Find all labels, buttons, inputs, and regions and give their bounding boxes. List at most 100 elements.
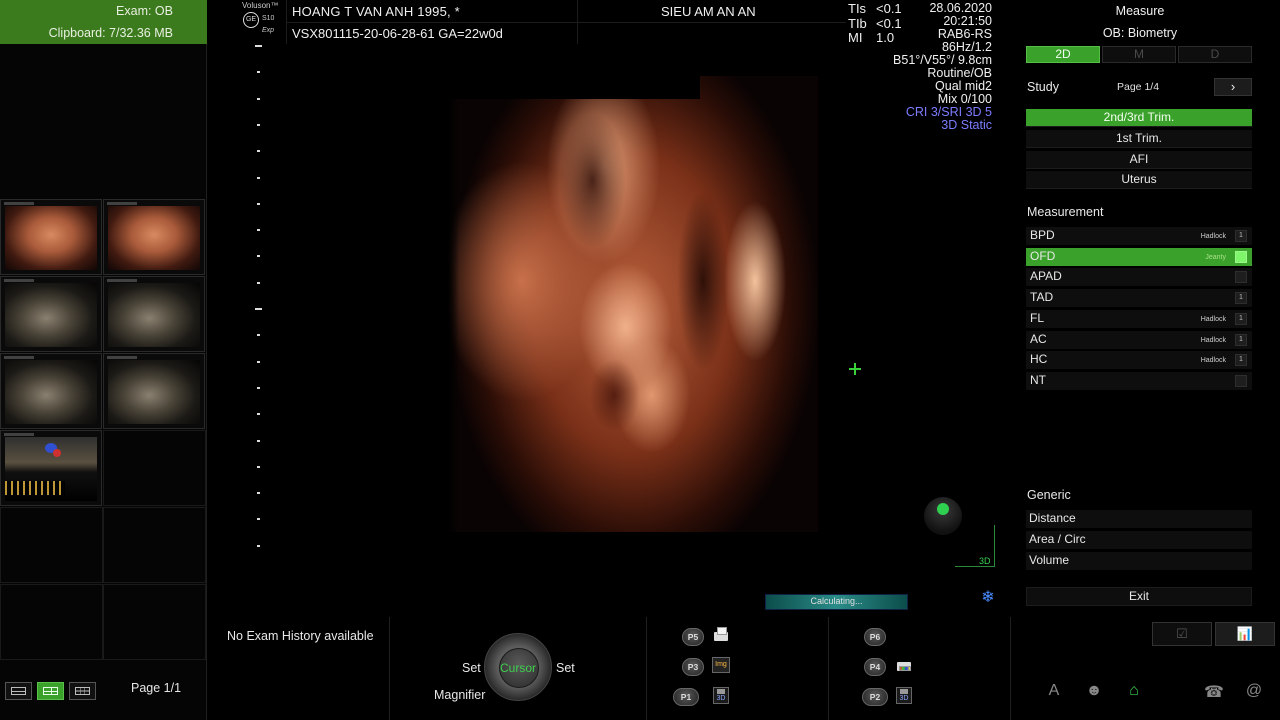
panel-mini-tabs: ☑ 📊: [1152, 622, 1275, 646]
measurement-name: TAD: [1030, 290, 1054, 304]
index-key: TIb: [848, 15, 867, 31]
generic-volume[interactable]: Volume: [1026, 552, 1252, 570]
measurement-author: Jeanty: [1205, 254, 1226, 261]
study-label: Study: [1027, 80, 1059, 94]
depth-tick: [257, 150, 260, 153]
p5-button[interactable]: P5: [682, 628, 704, 646]
measurement-nt[interactable]: NT: [1026, 372, 1252, 390]
tab-2d[interactable]: 2D: [1026, 46, 1100, 63]
tab-d[interactable]: D: [1178, 46, 1252, 63]
bottom-divider: [389, 617, 390, 720]
study-page-label: Page 1/4: [1117, 81, 1160, 93]
tab-m[interactable]: M: [1102, 46, 1176, 63]
layout-2x2-button[interactable]: [37, 682, 64, 700]
phone-icon[interactable]: ☎: [1203, 682, 1225, 702]
model-name: S10: [262, 15, 275, 22]
thumbnail-2d-1[interactable]: [0, 276, 102, 352]
image-save-icon[interactable]: Img: [712, 657, 730, 673]
study-option-uterus[interactable]: Uterus: [1026, 171, 1252, 189]
depth-tick: [255, 45, 262, 47]
measure-title: Measure: [1115, 4, 1165, 18]
depth-tick: [257, 492, 260, 495]
thumbnail-empty: [103, 507, 206, 583]
depth-scale: [255, 45, 265, 555]
measurement-count: [1235, 271, 1247, 283]
exit-button[interactable]: Exit: [1026, 587, 1252, 606]
generic-label: Generic: [1027, 488, 1071, 502]
thumbnail-2d-2[interactable]: [103, 276, 205, 352]
bottom-divider: [828, 617, 829, 720]
layout-2x2-icon: [43, 687, 58, 695]
depth-tick: [257, 413, 260, 416]
generic-area-circ[interactable]: Area / Circ: [1026, 531, 1252, 549]
orientation-ball-icon[interactable]: [924, 497, 962, 535]
measurement-label: Measurement: [1027, 205, 1104, 219]
thumbnail-doppler[interactable]: [0, 430, 102, 506]
p6-button[interactable]: P6: [864, 628, 886, 646]
p2-button[interactable]: P2: [862, 688, 888, 706]
depth-tick: [257, 465, 260, 468]
printer-icon[interactable]: [712, 626, 730, 644]
measurement-ofd[interactable]: OFD Jeanty: [1026, 248, 1252, 266]
depth-tick: [257, 386, 260, 389]
save-3d-icon[interactable]: 3D: [713, 687, 729, 704]
measurement-author: Hadlock: [1200, 357, 1226, 364]
color-printer-icon[interactable]: [895, 656, 913, 674]
p1-button[interactable]: P1: [673, 688, 699, 706]
layout-1x2-button[interactable]: [5, 682, 32, 700]
measurement-bpd[interactable]: BPD Hadlock 1: [1026, 227, 1252, 245]
bottom-divider: [1010, 617, 1011, 720]
measurement-count: [1235, 251, 1247, 263]
index-key: TIs: [848, 1, 867, 16]
p3-button[interactable]: P3: [682, 658, 704, 676]
brand-name: Voluson™: [242, 1, 279, 10]
depth-tick: [255, 308, 262, 310]
study-option-1st-trim[interactable]: 1st Trim.: [1026, 130, 1252, 148]
clipboard-page-label: Page 1/1: [131, 681, 182, 695]
cursor-knob[interactable]: Cursor: [484, 633, 552, 701]
study-option-afi[interactable]: AFI: [1026, 151, 1252, 169]
network-icon[interactable]: ⌂: [1123, 682, 1145, 700]
magnifier-label[interactable]: Magnifier: [434, 688, 485, 702]
measurement-count: 1: [1235, 334, 1247, 346]
crosshair-cursor-icon[interactable]: [849, 363, 861, 375]
layout-3x2-button[interactable]: [69, 682, 96, 700]
thumbnail-2d-4[interactable]: [103, 353, 205, 429]
measurement-ac[interactable]: AC Hadlock 1: [1026, 331, 1252, 349]
patient-name: HOANG T VAN ANH 1995, *: [292, 4, 460, 19]
email-icon[interactable]: @: [1243, 682, 1265, 700]
depth-tick: [257, 360, 260, 363]
measurement-name: OFD: [1030, 249, 1056, 263]
user-icon[interactable]: ☻: [1083, 682, 1105, 700]
snowflake-icon[interactable]: ❄: [980, 590, 996, 606]
measurement-tad[interactable]: TAD 1: [1026, 289, 1252, 307]
thumbnail-2d-3[interactable]: [0, 353, 102, 429]
mode-tabs: 2D M D: [1026, 46, 1252, 63]
annotation-icon[interactable]: A: [1043, 682, 1065, 700]
study-next-button[interactable]: ›: [1214, 78, 1252, 96]
set-left-label[interactable]: Set: [462, 661, 481, 675]
thumbnail-3d-1[interactable]: [0, 199, 102, 275]
measurement-apad[interactable]: APAD: [1026, 268, 1252, 286]
measurement-fl[interactable]: FL Hadlock 1: [1026, 310, 1252, 328]
scan-parameters: 28.06.2020 20:21:50 RAB6-RS 86Hz/1.2 B51…: [893, 2, 992, 132]
generic-distance[interactable]: Distance: [1026, 510, 1252, 528]
checklist-tab-icon[interactable]: ☑: [1152, 622, 1212, 646]
set-right-label[interactable]: Set: [556, 661, 575, 675]
measurement-author: Hadlock: [1200, 233, 1226, 240]
p4-button[interactable]: P4: [864, 658, 886, 676]
thumbnail-3d-2[interactable]: [103, 199, 205, 275]
ultrasound-3d-render[interactable]: [448, 76, 818, 532]
thumbnail-empty: [0, 584, 103, 660]
layout-1x2-icon: [11, 687, 26, 695]
render-mode: 3D Static: [941, 118, 992, 132]
patient-id: VSX801115-20-06-28-61 GA=22w0d: [292, 26, 503, 41]
depth-tick: [257, 97, 260, 100]
study-option-2nd-3rd-trim[interactable]: 2nd/3rd Trim.: [1026, 109, 1252, 127]
measurement-name: APAD: [1030, 269, 1062, 283]
measurement-name: BPD: [1030, 228, 1055, 242]
chart-tab-icon[interactable]: 📊: [1215, 622, 1275, 646]
measurement-name: FL: [1030, 311, 1045, 325]
measurement-hc[interactable]: HC Hadlock 1: [1026, 351, 1252, 369]
save-3d-icon[interactable]: 3D: [896, 687, 912, 704]
